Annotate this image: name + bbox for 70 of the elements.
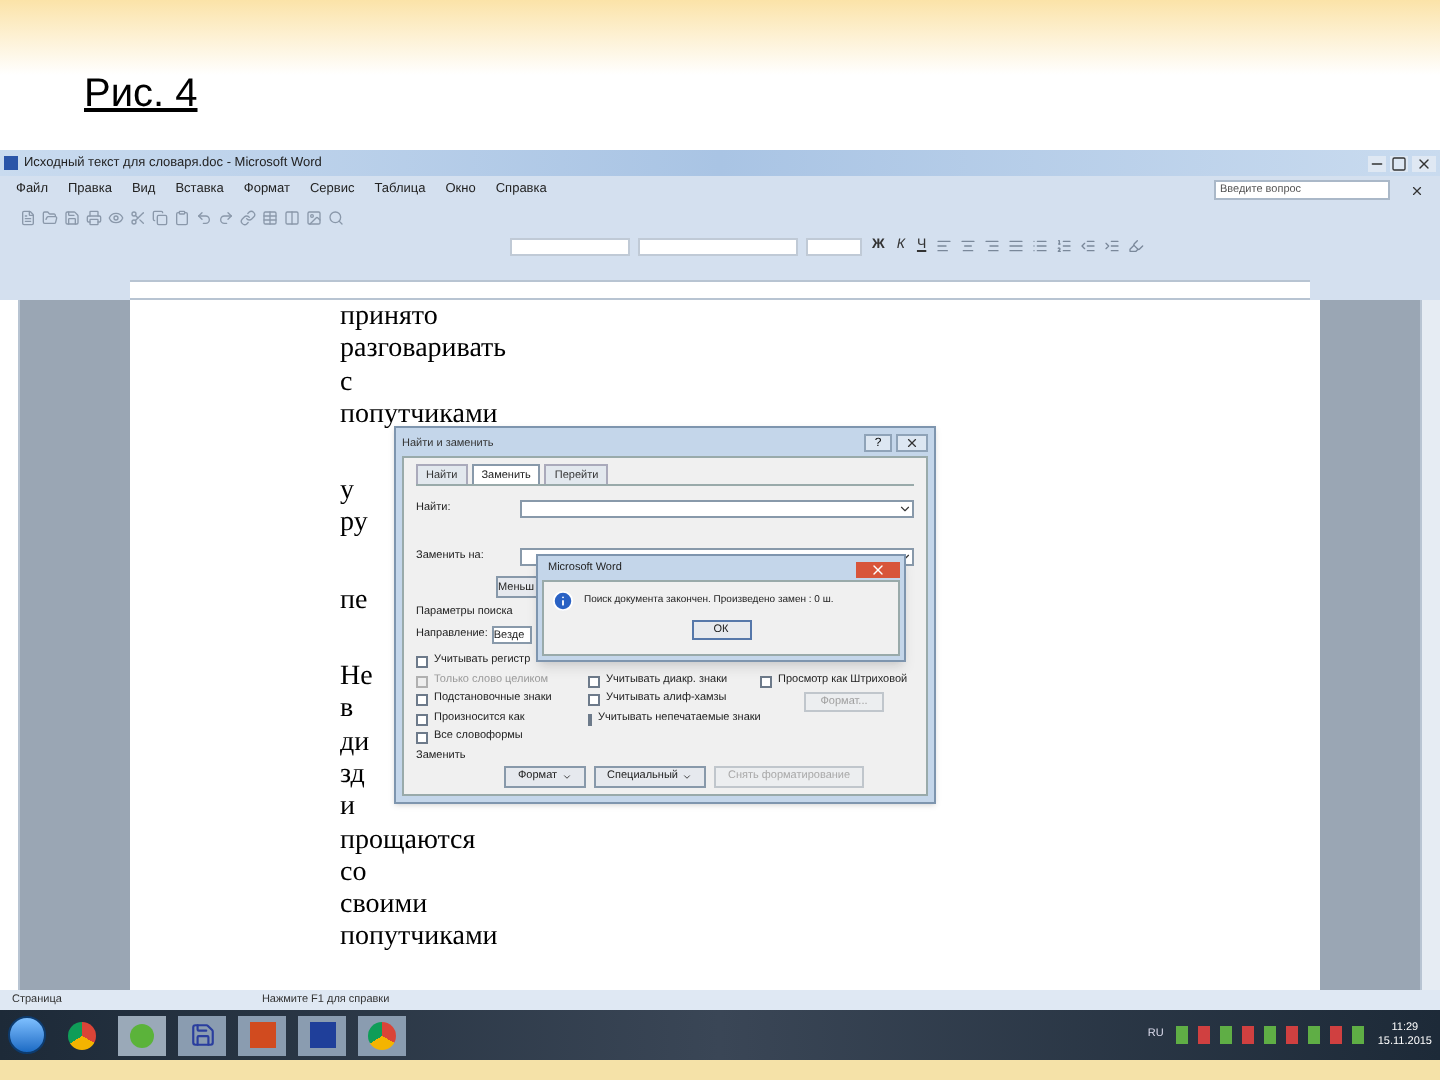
align-justify-icon[interactable] — [1008, 238, 1025, 254]
minimize-icon[interactable] — [1368, 155, 1386, 171]
checkbox[interactable] — [416, 713, 428, 725]
font-field[interactable] — [638, 237, 798, 255]
style-field[interactable] — [510, 237, 630, 255]
folder-icon[interactable] — [42, 210, 58, 226]
document-text-line: в — [340, 694, 354, 728]
new-document-icon[interactable] — [20, 210, 36, 226]
undo-icon[interactable] — [196, 210, 212, 226]
checkbox[interactable] — [588, 675, 600, 687]
maximize-icon[interactable] — [1390, 155, 1408, 171]
bullet-list-icon[interactable] — [1032, 238, 1049, 254]
checkbox[interactable] — [416, 694, 428, 706]
document-text-line: попутчиками — [340, 922, 498, 956]
document-text-line: зд — [340, 759, 365, 793]
document-text-line: со — [340, 857, 367, 891]
word-app-icon — [4, 156, 18, 170]
document-text-line: попутчиками — [340, 399, 498, 433]
checkbox[interactable] — [416, 732, 428, 744]
app-taskbar-icon[interactable] — [118, 1015, 166, 1055]
document-text-line: ру — [340, 508, 368, 542]
table-icon[interactable] — [262, 210, 278, 226]
document-text-line: Не — [340, 662, 373, 695]
document-text-line: пе — [340, 585, 368, 619]
copy-icon[interactable] — [152, 210, 168, 226]
font-size-field[interactable] — [806, 237, 862, 255]
start-button[interactable] — [8, 1016, 46, 1054]
document-text-line: своими — [340, 890, 428, 923]
document-text-line: у — [340, 476, 354, 509]
document-text-line: ди — [340, 727, 370, 760]
columns-icon[interactable] — [284, 210, 300, 226]
presentation-taskbar-icon[interactable] — [238, 1015, 286, 1055]
dropdown-icon[interactable] — [898, 501, 912, 516]
search-icon[interactable] — [328, 210, 344, 226]
image-icon[interactable] — [306, 210, 322, 226]
checkbox[interactable] — [416, 656, 428, 668]
document-text-line: с — [340, 367, 353, 400]
numbered-list-icon[interactable] — [1056, 238, 1073, 254]
align-center-icon[interactable] — [960, 238, 977, 254]
find-field[interactable] — [520, 499, 914, 518]
checkbox[interactable] — [588, 694, 600, 706]
floppy-taskbar-icon[interactable] — [178, 1015, 226, 1055]
redo-icon[interactable] — [218, 210, 234, 226]
slide-title: Рис. 4 — [84, 70, 198, 120]
align-right-icon[interactable] — [984, 238, 1001, 254]
outdent-icon[interactable] — [1080, 238, 1097, 254]
close-icon[interactable] — [896, 434, 928, 453]
highlighter-icon[interactable] — [1128, 238, 1145, 254]
link-icon[interactable] — [240, 210, 256, 226]
close-icon[interactable] — [1412, 155, 1436, 171]
printer-icon[interactable] — [86, 210, 102, 226]
save-icon[interactable] — [64, 210, 80, 226]
document-text-line: разговаривать — [340, 334, 507, 368]
align-left-icon[interactable] — [936, 238, 953, 254]
word-taskbar-icon[interactable] — [298, 1015, 346, 1055]
vertical-scrollbar[interactable] — [1420, 300, 1440, 990]
caret-icon — [561, 772, 572, 782]
tray-icons[interactable] — [1175, 1026, 1366, 1044]
caret-icon — [681, 772, 692, 782]
checkbox[interactable] — [760, 675, 772, 687]
indent-icon[interactable] — [1104, 238, 1121, 254]
clipboard-icon[interactable] — [174, 210, 190, 226]
eye-icon[interactable] — [108, 210, 124, 226]
browser-taskbar-icon[interactable] — [358, 1015, 406, 1055]
document-text-line: принято — [340, 302, 438, 335]
document-text-line: прощаются — [340, 825, 476, 858]
info-icon — [552, 590, 574, 612]
close-document-icon[interactable] — [1410, 183, 1424, 197]
document-text-line: и — [340, 792, 355, 826]
scissors-icon[interactable] — [130, 210, 146, 226]
